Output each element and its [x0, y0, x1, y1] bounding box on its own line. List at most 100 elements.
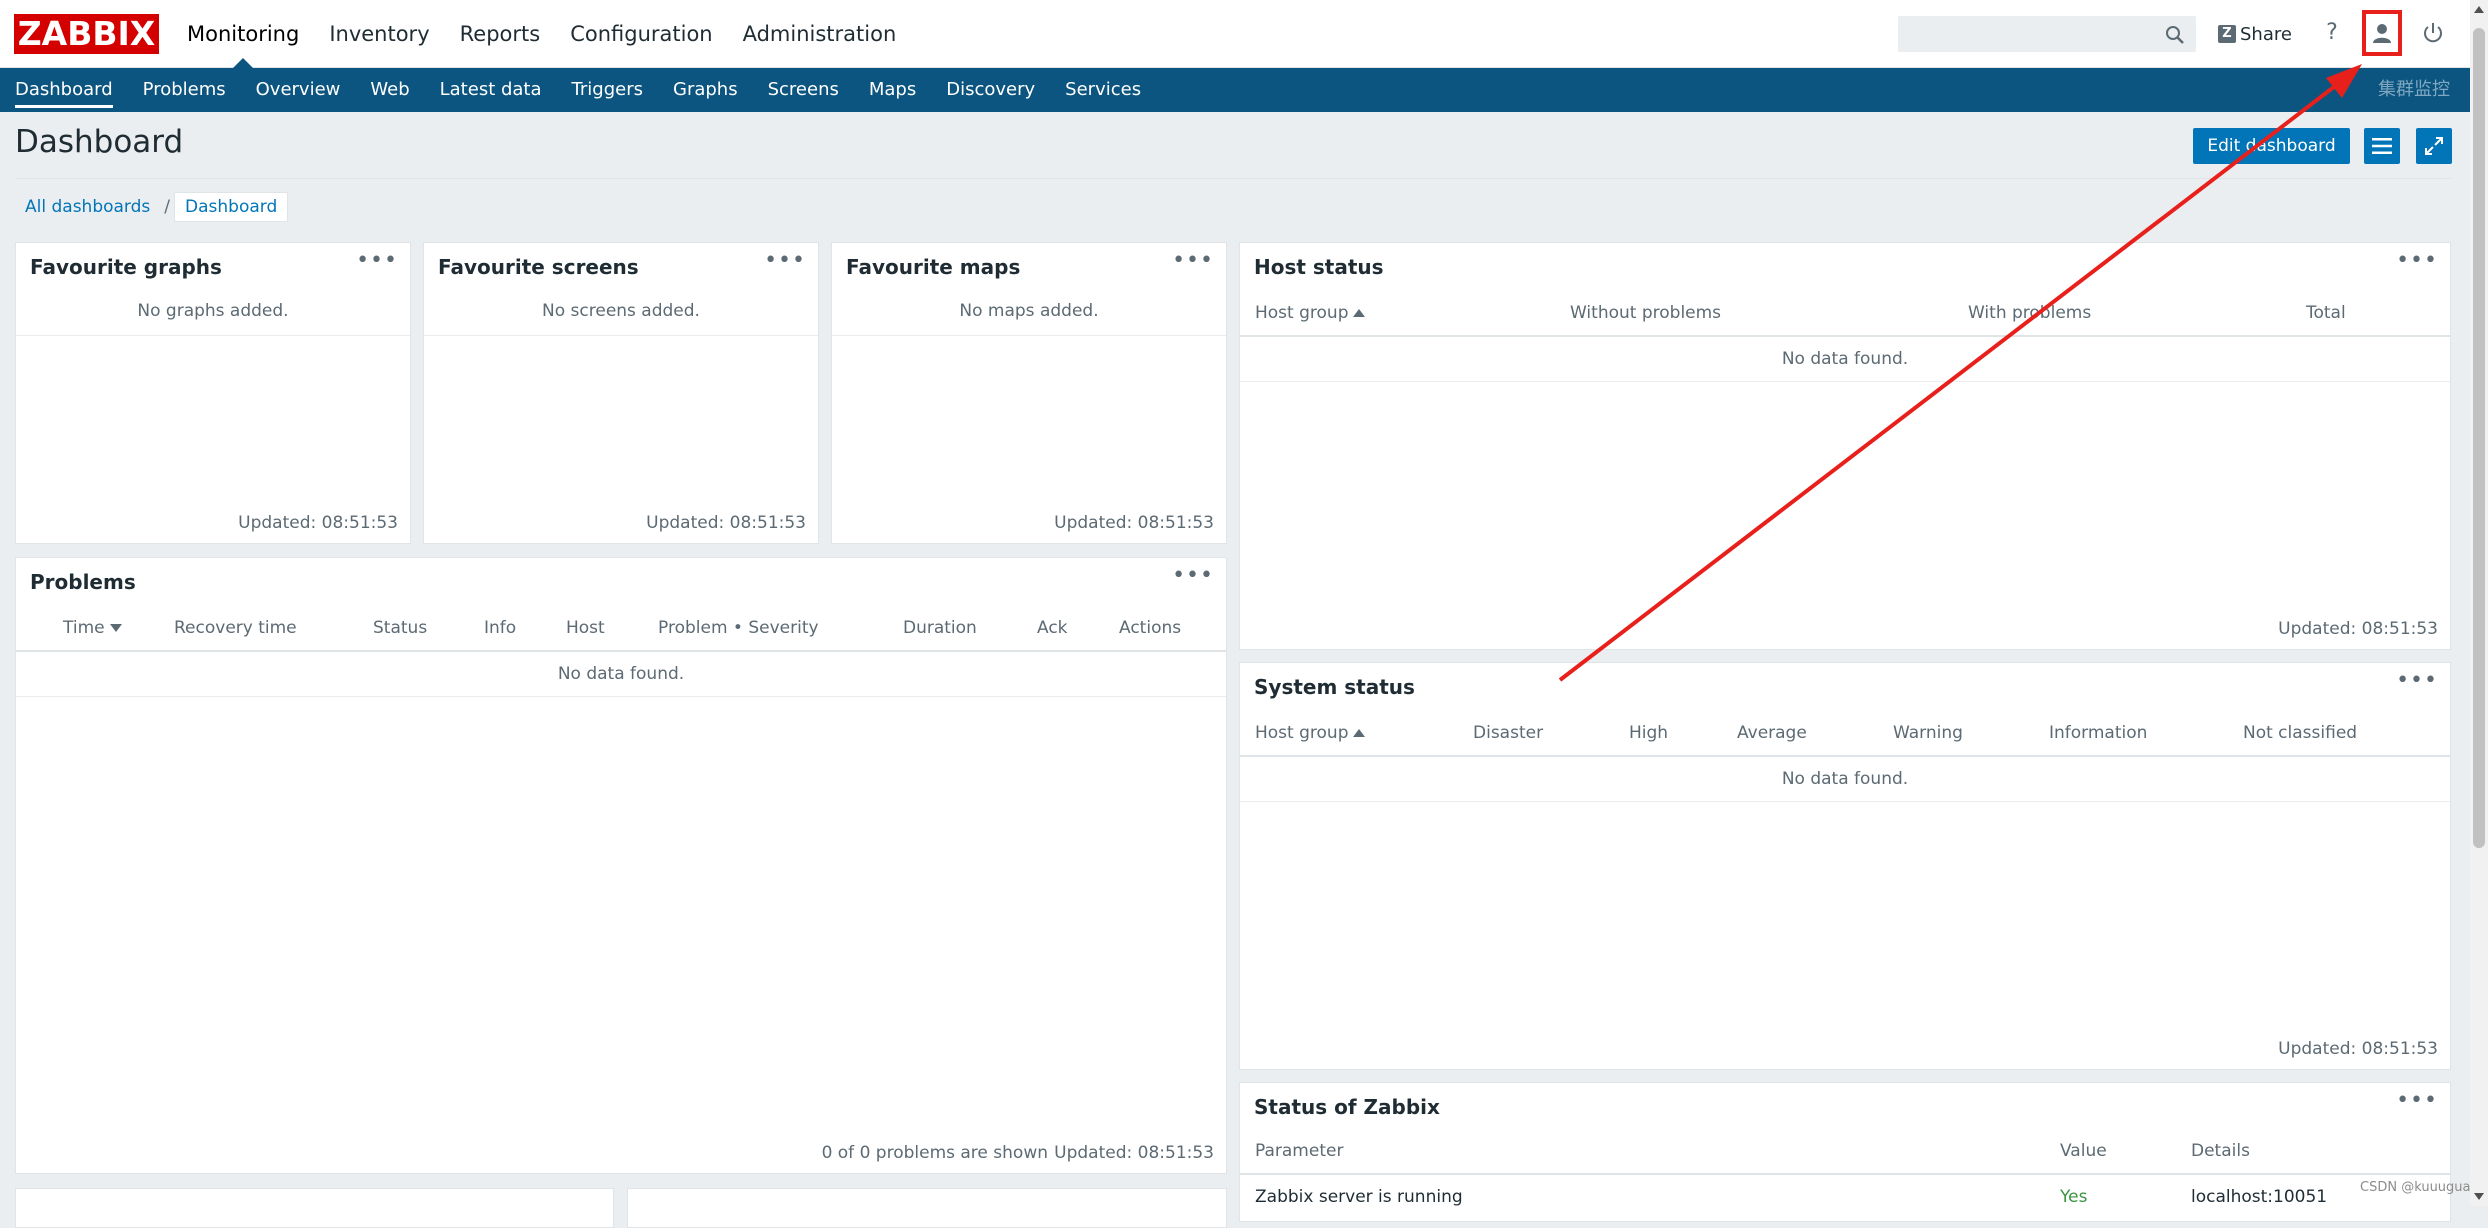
row-details: localhost:10051: [2191, 1187, 2328, 1207]
column-information: Information: [2049, 723, 2148, 743]
updated-timestamp: Updated: 08:51:53: [646, 513, 806, 533]
widget-title: System status: [1254, 675, 1415, 699]
widget-menu-icon[interactable]: •••: [2396, 670, 2438, 692]
edit-dashboard-button[interactable]: Edit dashboard: [2193, 128, 2350, 164]
cluster-monitoring-label: 集群监控: [2378, 79, 2450, 100]
subnav-maps[interactable]: Maps: [854, 68, 931, 112]
zabbix-share-icon: Z: [2218, 25, 2236, 43]
share-link[interactable]: Z Share: [2218, 20, 2292, 48]
column-duration: Duration: [903, 618, 977, 638]
subnav-screens[interactable]: Screens: [753, 68, 854, 112]
empty-message: No graphs added.: [137, 301, 289, 321]
subnav-services[interactable]: Services: [1050, 68, 1156, 112]
nav-configuration[interactable]: Configuration: [555, 0, 727, 68]
empty-message: No maps added.: [959, 301, 1099, 321]
widget-discovery-partial: [627, 1188, 1227, 1228]
main-nav: Monitoring Inventory Reports Configurati…: [172, 0, 911, 68]
column-actions: Actions: [1119, 618, 1182, 638]
scroll-down-icon[interactable]: [2474, 1193, 2484, 1200]
column-host-group[interactable]: Host group: [1255, 303, 1366, 323]
widget-menu-icon[interactable]: •••: [1172, 565, 1214, 587]
sort-descending-icon: [109, 624, 122, 632]
subnav-discovery[interactable]: Discovery: [931, 68, 1050, 112]
nav-inventory[interactable]: Inventory: [314, 0, 444, 68]
widget-problems: Problems ••• Time Recovery time Status I…: [15, 557, 1227, 1174]
nav-reports[interactable]: Reports: [445, 0, 556, 68]
column-value: Value: [2060, 1141, 2107, 1161]
column-parameter: Parameter: [1255, 1141, 1344, 1161]
column-total: Total: [2306, 303, 2346, 323]
column-disaster: Disaster: [1473, 723, 1544, 743]
widget-favourite-maps: Favourite maps ••• No maps added. Update…: [831, 242, 1227, 544]
table-header-divider: [16, 650, 1226, 652]
widget-menu-icon[interactable]: •••: [2396, 250, 2438, 272]
subnav-dashboard[interactable]: Dashboard: [0, 68, 128, 112]
updated-timestamp: Updated: 08:51:53: [238, 513, 398, 533]
divider: [1240, 381, 2450, 382]
kiosk-mode-button[interactable]: [2416, 128, 2452, 164]
page-scrollbar[interactable]: [2470, 0, 2488, 1206]
widget-title: Problems: [30, 570, 136, 594]
widget-menu-icon[interactable]: •••: [1172, 250, 1214, 272]
search-input[interactable]: [1899, 17, 2149, 51]
search-field[interactable]: [1898, 16, 2196, 52]
power-icon: [2424, 23, 2442, 43]
updated-timestamp: Updated: 08:51:53: [1054, 513, 1214, 533]
share-label: Share: [2240, 23, 2292, 45]
widget-system-status: System status ••• Host group Disaster Hi…: [1239, 662, 2451, 1070]
widget-title: Favourite graphs: [30, 255, 222, 279]
zabbix-logo[interactable]: ZABBIX: [14, 14, 159, 54]
column-time[interactable]: Time: [63, 618, 122, 638]
widget-menu-icon[interactable]: •••: [2396, 1090, 2438, 1112]
subnav-triggers[interactable]: Triggers: [557, 68, 658, 112]
widget-menu-icon[interactable]: •••: [356, 250, 398, 272]
nav-monitoring[interactable]: Monitoring: [172, 0, 314, 68]
subnav-overview[interactable]: Overview: [241, 68, 356, 112]
column-with-problems: With problems: [1968, 303, 2092, 323]
widget-menu-icon[interactable]: •••: [764, 250, 806, 272]
page-title: Dashboard: [15, 124, 184, 160]
sign-out-button[interactable]: [2418, 18, 2448, 48]
empty-message: No screens added.: [542, 301, 700, 321]
breadcrumb-dashboard[interactable]: Dashboard: [174, 192, 289, 222]
sort-ascending-icon: [1353, 309, 1366, 317]
empty-message: No data found.: [557, 664, 685, 684]
column-average: Average: [1737, 723, 1807, 743]
dashboard-actions-button[interactable]: [2364, 128, 2400, 164]
column-host: Host: [566, 618, 605, 638]
scroll-thumb[interactable]: [2473, 28, 2485, 848]
divider: [1240, 801, 2450, 802]
scroll-up-icon[interactable]: [2474, 6, 2484, 13]
column-high: High: [1629, 723, 1669, 743]
hamburger-menu-icon: [2372, 138, 2392, 154]
breadcrumb-all-dashboards[interactable]: All dashboards: [15, 193, 160, 221]
row-parameter: Zabbix server is running: [1255, 1187, 1463, 1207]
widget-title: Host status: [1254, 255, 1384, 279]
widget-web-monitoring-partial: [15, 1188, 614, 1228]
divider: [16, 335, 410, 336]
column-warning: Warning: [1893, 723, 1963, 743]
table-header-divider: [1240, 755, 2450, 757]
updated-timestamp: Updated: 08:51:53: [2278, 619, 2438, 639]
table-header-divider: [1240, 1173, 2450, 1175]
nav-administration[interactable]: Administration: [728, 0, 912, 68]
user-profile-button[interactable]: [2362, 10, 2402, 56]
subnav-latest-data[interactable]: Latest data: [425, 68, 557, 112]
problems-count: 0 of 0 problems are shown: [821, 1143, 1048, 1163]
sort-ascending-icon: [1353, 729, 1366, 737]
column-not-classified: Not classified: [2243, 723, 2358, 743]
search-icon[interactable]: [2165, 25, 2185, 45]
column-host-group[interactable]: Host group: [1255, 723, 1366, 743]
subnav-web[interactable]: Web: [355, 68, 424, 112]
subnav-problems[interactable]: Problems: [128, 68, 241, 112]
widget-status-of-zabbix: Status of Zabbix ••• Parameter Value Det…: [1239, 1082, 2451, 1222]
widget-title: Favourite screens: [438, 255, 639, 279]
updated-timestamp: Updated: 08:51:53: [2278, 1039, 2438, 1059]
empty-message: No data found.: [1781, 769, 1909, 789]
breadcrumb-separator: /: [164, 197, 171, 217]
divider: [16, 696, 1226, 697]
subnav-graphs[interactable]: Graphs: [658, 68, 753, 112]
column-status: Status: [373, 618, 428, 638]
widget-favourite-graphs: Favourite graphs ••• No graphs added. Up…: [15, 242, 411, 544]
help-icon[interactable]: ?: [2320, 18, 2344, 48]
